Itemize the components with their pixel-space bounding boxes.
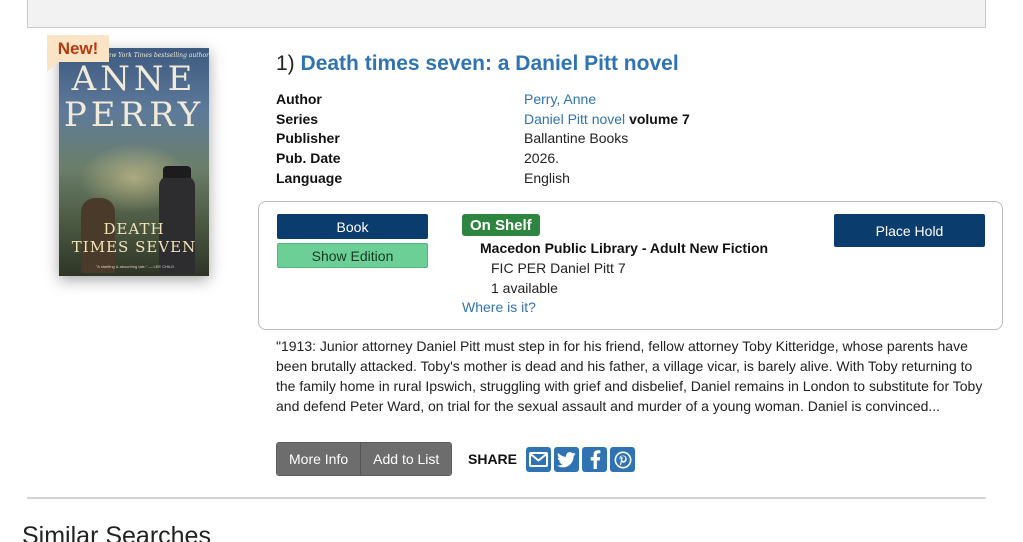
series-label: Series [276, 110, 319, 127]
holdings-panel: Book Show Edition On Shelf Macedon Publi… [258, 201, 1003, 330]
top-banner [27, 0, 986, 28]
on-shelf-badge: On Shelf [462, 214, 540, 236]
series-link[interactable]: Daniel Pitt novel [524, 111, 625, 127]
share-icons [526, 447, 635, 472]
share-label: SHARE [468, 451, 518, 467]
pub-date-label: Pub. Date [276, 150, 341, 167]
cover-figure-hat [163, 166, 191, 178]
branch-location: Macedon Public Library - Adult New Ficti… [480, 240, 769, 256]
series-volume: volume 7 [629, 110, 690, 127]
pinterest-icon[interactable] [610, 447, 635, 472]
author-label: Author [276, 91, 322, 107]
place-hold-button[interactable]: Place Hold [834, 214, 985, 247]
meta-labels: Author Series Publisher Pub. Date Langua… [276, 90, 342, 189]
cover-title-line2: TIMES SEVEN [71, 238, 197, 256]
add-to-list-button[interactable]: Add to List [360, 443, 452, 475]
show-edition-button[interactable]: Show Edition [277, 243, 428, 268]
cover-author-last: PERRY [63, 95, 205, 135]
publisher-label: Publisher [276, 130, 340, 147]
more-info-button[interactable]: More Info [277, 443, 361, 475]
result-number: 1) [276, 52, 295, 75]
where-is-it-link[interactable]: Where is it? [462, 299, 536, 315]
result-title: 1) Death times seven: a Daniel Pitt nove… [276, 52, 679, 76]
cover-author-first: ANNE [71, 59, 197, 99]
twitter-icon[interactable] [554, 447, 579, 472]
action-button-group: More Info Add to List [276, 442, 453, 476]
format-book-button[interactable]: Book [277, 214, 428, 239]
summary-text: "1913: Junior attorney Daniel Pitt must … [276, 338, 983, 414]
book-cover-image[interactable]: #1 New York Times bestselling author ANN… [59, 48, 209, 276]
similar-searches-heading: Similar Searches [22, 522, 211, 542]
call-number: FIC PER Daniel Pitt 7 [491, 260, 626, 276]
cover-quote: "A startling & absorbing tale." — LEE CH… [95, 264, 175, 269]
author-link[interactable]: Perry, Anne [524, 91, 596, 107]
result-title-link[interactable]: Death times seven: a Daniel Pitt novel [301, 52, 679, 75]
availability-count: 1 available [491, 280, 558, 296]
email-icon[interactable] [526, 447, 551, 472]
facebook-icon[interactable] [582, 447, 607, 472]
meta-values: Perry, Anne Daniel Pitt novel volume 7 B… [524, 90, 690, 189]
language-label: Language [276, 169, 343, 186]
new-badge: New! [47, 35, 109, 72]
section-divider [27, 497, 986, 499]
cover-title-line1: DEATH [103, 220, 165, 238]
pub-date-value: 2026. [524, 150, 560, 167]
publisher-value: Ballantine Books [524, 130, 629, 147]
language-value: English [524, 169, 570, 186]
